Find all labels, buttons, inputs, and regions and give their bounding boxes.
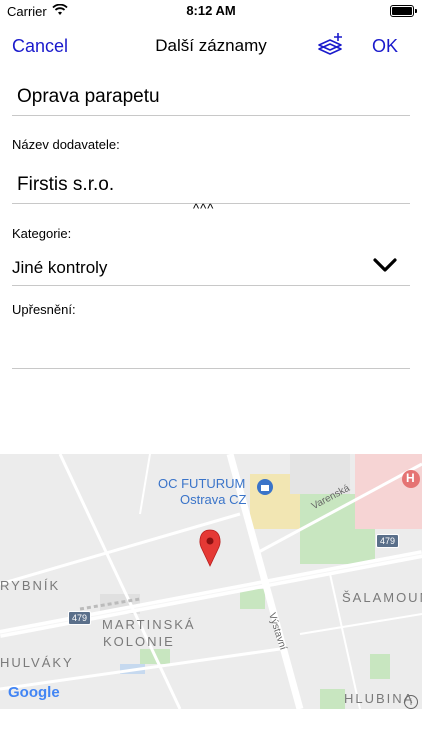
road-shield-479-west: 479 xyxy=(68,611,92,625)
ok-button[interactable]: OK xyxy=(372,36,398,57)
poi-city[interactable]: Ostrava CZ xyxy=(180,492,246,508)
category-value[interactable]: Jiné kontroly xyxy=(12,258,107,278)
field4-underline xyxy=(12,368,410,369)
map-view[interactable]: OC FUTURUM Ostrava CZ Varenská Výstavní … xyxy=(0,454,422,709)
map-info-button[interactable]: i xyxy=(404,695,418,709)
shopping-bag-icon xyxy=(257,479,273,495)
hospital-letter: H xyxy=(406,471,415,485)
supplier-label: Název dodavatele: xyxy=(12,137,120,152)
road-shield-479-east: 479 xyxy=(376,534,400,548)
category-label: Kategorie: xyxy=(12,226,72,241)
supplier-value[interactable]: Firstis s.r.o. xyxy=(17,174,114,196)
google-logo: Google xyxy=(8,684,60,701)
page-title: Další záznamy xyxy=(155,36,267,55)
navigation-bar: Cancel Další záznamy OK xyxy=(0,22,422,66)
detail-input[interactable] xyxy=(12,320,414,368)
district-hulvaky: HULVÁKY xyxy=(0,655,74,670)
poi-name[interactable]: OC FUTURUM xyxy=(158,476,245,492)
field1-value[interactable]: Oprava parapetu xyxy=(17,86,160,108)
chevron-down-icon[interactable] xyxy=(372,256,398,274)
field1-underline xyxy=(12,115,410,116)
battery-icon xyxy=(390,5,417,17)
district-rybnik: RYBNÍK xyxy=(0,578,61,593)
detail-label: Upřesnění: xyxy=(12,302,76,317)
layers-add-icon[interactable] xyxy=(316,30,346,60)
status-bar: Carrier 8:12 AM xyxy=(0,0,422,22)
district-kolonie: KOLONIE xyxy=(103,634,175,649)
clock: 8:12 AM xyxy=(186,3,236,18)
field3-underline xyxy=(12,285,410,286)
expand-toggle[interactable]: ^^^ xyxy=(193,201,214,216)
district-salamoun: ŠALAMOUN xyxy=(342,590,422,605)
district-martinska: MARTINSKÁ xyxy=(102,617,196,632)
